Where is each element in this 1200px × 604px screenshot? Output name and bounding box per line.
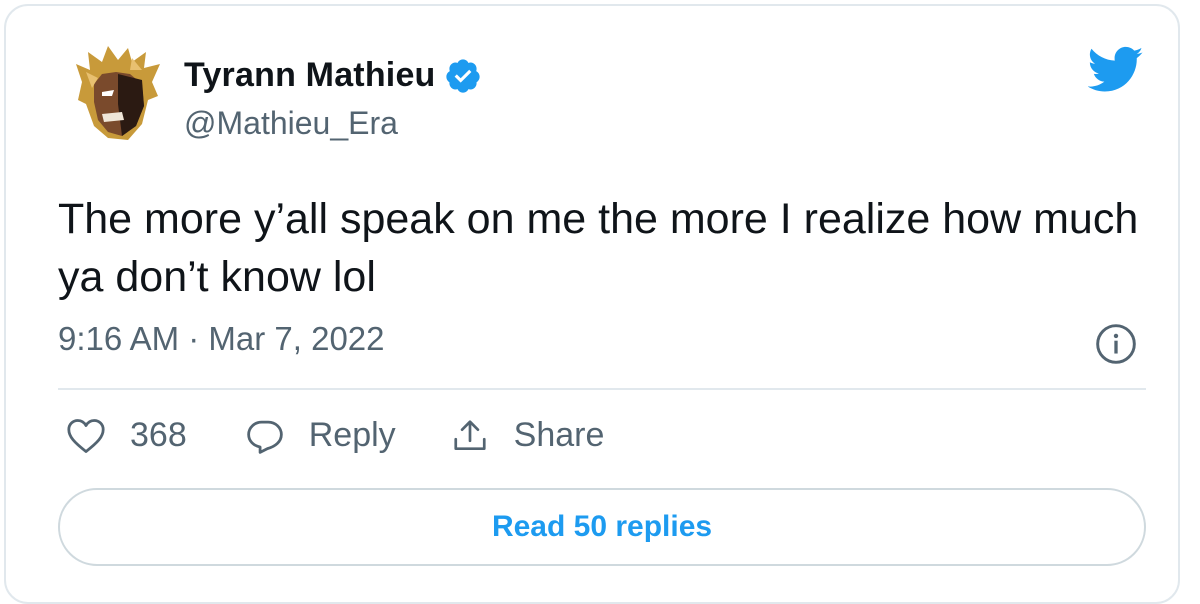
like-count: 368 <box>130 416 187 454</box>
share-label: Share <box>513 416 605 454</box>
share-button[interactable]: Share <box>450 416 605 455</box>
tweet-card[interactable]: Tyrann Mathieu @Mathieu_Era The more y’a… <box>4 4 1180 604</box>
read-replies-button[interactable]: Read 50 replies <box>58 488 1146 566</box>
reply-label: Reply <box>308 416 396 454</box>
avatar[interactable] <box>72 44 162 144</box>
divider <box>58 388 1146 390</box>
author-name[interactable]: Tyrann Mathieu <box>184 56 436 95</box>
tweet-text: The more y’all speak on me the more I re… <box>58 195 1139 301</box>
info-icon[interactable] <box>1094 322 1138 366</box>
twitter-bird-icon[interactable] <box>1088 46 1144 94</box>
tweet-timestamp[interactable]: 9:16 AM · Mar 7, 2022 <box>58 320 385 358</box>
action-bar: 368 Reply Share <box>66 416 604 455</box>
verified-badge-icon <box>445 58 480 93</box>
author-handle[interactable]: @Mathieu_Era <box>184 105 398 142</box>
speech-bubble-icon <box>246 420 283 454</box>
share-upload-icon <box>454 419 486 450</box>
heart-icon <box>67 418 105 453</box>
like-button[interactable]: 368 <box>66 416 187 455</box>
reply-button[interactable]: Reply <box>245 416 396 455</box>
